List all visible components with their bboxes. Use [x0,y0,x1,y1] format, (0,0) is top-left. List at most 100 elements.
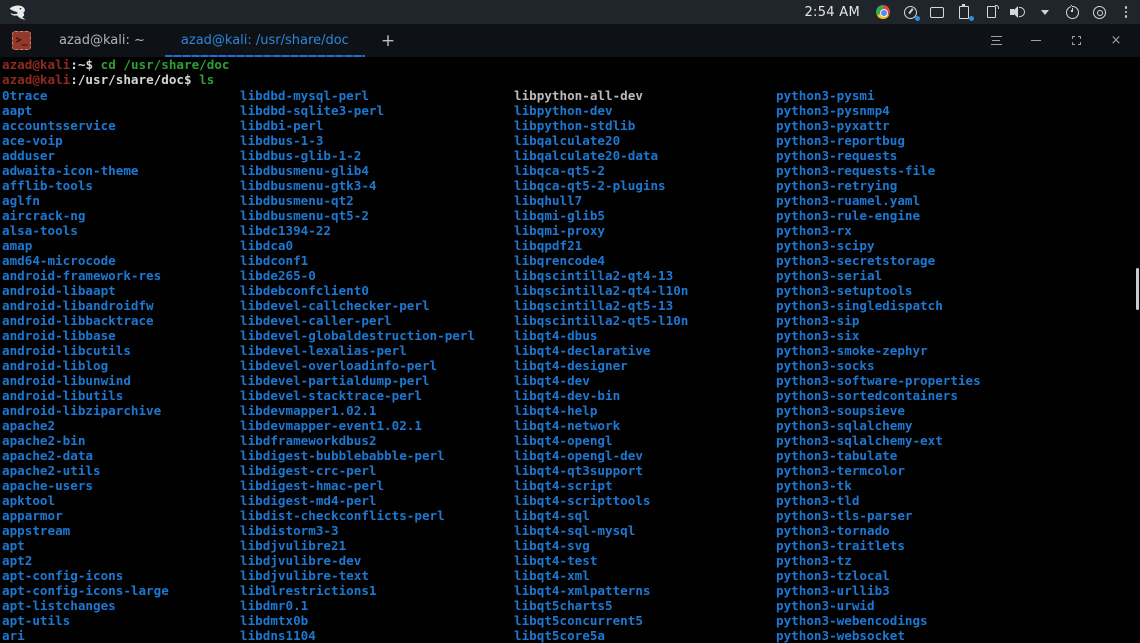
listing-item: libdigest-md4-perl [240,493,377,508]
clipboard-icon[interactable] [956,3,974,21]
listing-item: python3-singledispatch [776,298,943,313]
listing-item: python3-tzlocal [776,568,890,583]
listing-column: libdbd-mysql-perl libdbd-sqlite3-perl libd… [240,88,475,643]
desktop-panel: 2:54 AM [0,0,1140,24]
kali-logo-icon[interactable] [8,3,28,21]
listing-item: libqt5charts5 [514,598,613,613]
listing-item: apache2-utils [2,463,101,478]
listing-item: libdmr0.1 [240,598,309,613]
listing-item: python3-ruamel.yaml [776,193,921,208]
listing-item: libdbus-1-3 [240,133,324,148]
listing-item: python3-tk [776,478,852,493]
listing-item: libqt4-scripttools [514,493,651,508]
listing-item: apache2 [2,418,56,433]
minimize-button[interactable] [1028,33,1044,49]
listing-item: libdevel-lexalias-perl [240,343,407,358]
listing-item: libqmi-proxy [514,223,605,238]
listing-item: python3-sip [776,313,860,328]
terminal-viewport[interactable]: azad@kali:~$ cd /usr/share/doc azad@kali… [0,57,1140,643]
listing-item: libdjvulibre21 [240,538,347,553]
listing-item: libqt4-xmlpatterns [514,583,651,598]
power-icon[interactable] [1091,4,1107,20]
close-button[interactable]: × [1108,33,1124,49]
listing-item: libqscintilla2-qt4-13 [514,268,674,283]
terminal-app-icon[interactable]: >_ [12,31,31,50]
directory-listing: 0trace aapt accountsservice ace-voip adduser… [0,88,1140,643]
listing-item: apt2 [2,553,33,568]
listing-item: libqscintilla2-qt5-13 [514,298,674,313]
listing-item: libdjvulibre-dev [240,553,362,568]
mobile-signal-icon[interactable] [983,4,999,20]
listing-item: libdigest-bubblebabble-perl [240,448,445,463]
listing-item: python3-requests [776,148,898,163]
prompt-user: azad@kali [2,72,71,87]
chevron-down-icon[interactable] [1037,4,1053,20]
listing-item: libqalculate20 [514,133,621,148]
listing-item: python3-socks [776,358,875,373]
listing-item: libdbusmenu-qt5-2 [240,208,369,223]
listing-item: libqrencode4 [514,253,605,268]
display-icon[interactable] [929,4,945,20]
listing-item: libdevel-globaldestruction-perl [240,328,476,343]
listing-item: python3-soupsieve [776,403,905,418]
listing-item: python3-six [776,328,860,343]
listing-item: apktool [2,493,56,508]
listing-item: adduser [2,148,56,163]
new-tab-button[interactable]: + [367,24,409,57]
listing-item: libqt4-sql-mysql [514,523,636,538]
listing-item: accountsservice [2,118,116,133]
listing-item: libdevel-partialdump-perl [240,373,430,388]
scrollbar-thumb[interactable] [1136,268,1139,310]
listing-item: libqt4-sql [514,508,590,523]
listing-item: android-libbacktrace [2,313,154,328]
listing-column: 0trace aapt accountsservice ace-voip adduser… [2,88,169,643]
listing-item: apparmor [2,508,63,523]
listing-column: libpython-all-dev libpython-dev libpython-… [514,88,688,643]
screenshot-tool-icon[interactable] [902,4,920,21]
listing-item: python3-pysmi [776,88,875,103]
clock[interactable]: 2:54 AM [804,5,860,20]
listing-column: python3-pysmi python3-pysnmp4 python3-pyxa… [776,88,981,643]
listing-item: libdevmapper1.02.1 [240,403,377,418]
listing-item: libdevel-stacktrace-perl [240,388,422,403]
prompt-line-1: azad@kali:~$ cd /usr/share/doc [2,57,230,72]
volume-icon[interactable] [1010,5,1026,19]
listing-item: libqalculate20-data [514,148,659,163]
power-manager-icon[interactable] [1064,4,1080,20]
listing-item: libqt4-opengl [514,433,613,448]
listing-item: python3-requests-file [776,163,936,178]
listing-item: 0trace [2,88,48,103]
listing-item: libqt4-qt3support [514,463,643,478]
chrome-icon[interactable] [875,4,891,20]
listing-item: libqt4-help [514,403,598,418]
menu-dots-icon[interactable] [1118,4,1134,20]
listing-item: python3-tld [776,493,860,508]
listing-item: libqt4-opengl-dev [514,448,643,463]
listing-item: apache-users [2,478,93,493]
tab-usr-share-doc[interactable]: azad@kali: /usr/share/doc [163,24,367,57]
listing-item: aapt [2,103,33,118]
listing-item: libdbd-sqlite3-perl [240,103,385,118]
listing-item: python3-webencodings [776,613,928,628]
listing-item: python3-serial [776,268,883,283]
listing-item: android-libutils [2,388,124,403]
listing-item: python3-tz [776,553,852,568]
listing-item: libdca0 [240,238,294,253]
listing-item: libdconf1 [240,253,309,268]
listing-item: libqt4-script [514,478,613,493]
listing-item: python3-tornado [776,523,890,538]
listing-item: android-libaapt [2,283,116,298]
listing-item: adwaita-icon-theme [2,163,139,178]
tab-home[interactable]: azad@kali: ~ [41,24,163,57]
prompt-line-2: azad@kali:/usr/share/doc$ ls [2,72,215,87]
listing-item: libde265-0 [240,268,316,283]
listing-item: apt-config-icons-large [2,583,169,598]
listing-item: libqt4-svg [514,538,590,553]
listing-item: python3-urwid [776,598,875,613]
listing-item: libdlrestrictions1 [240,583,377,598]
listing-item: python3-scipy [776,238,875,253]
maximize-button[interactable] [1068,33,1084,49]
listing-item: python3-tabulate [776,448,898,463]
menu-icon[interactable] [988,33,1004,49]
listing-item: android-libunwind [2,373,131,388]
